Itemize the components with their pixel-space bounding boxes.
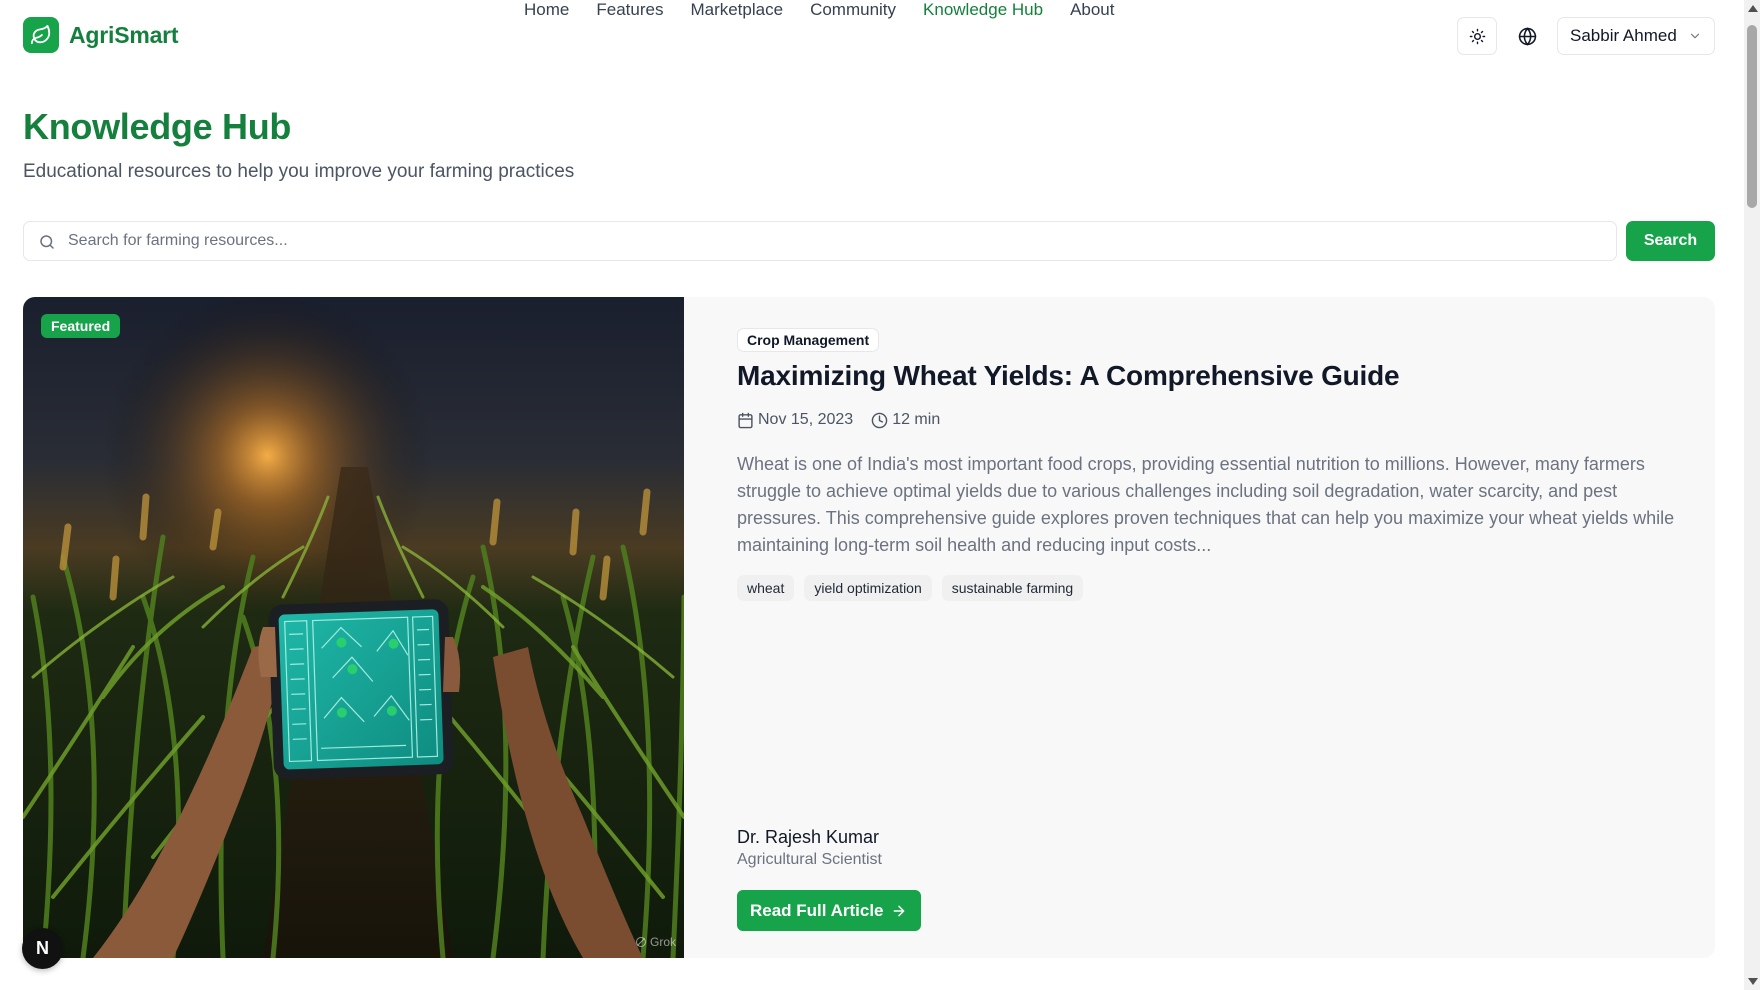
scroll-up-arrow-icon[interactable] — [1748, 5, 1758, 12]
page-subtitle: Educational resources to help you improv… — [23, 161, 575, 182]
article-excerpt: Wheat is one of India's most important f… — [737, 454, 1675, 555]
watermark-text: Grok — [649, 935, 676, 949]
article-read-time: 12 min — [871, 411, 940, 429]
leaf-icon — [23, 17, 59, 53]
top-navbar: AgriSmart Home Features Marketplace Comm… — [0, 0, 1744, 72]
nav-item-features[interactable]: Features — [596, 0, 663, 20]
tag-wheat[interactable]: wheat — [737, 575, 795, 601]
clock-icon — [871, 412, 888, 428]
page-title: Knowledge Hub — [23, 106, 292, 147]
user-menu-button[interactable]: Sabbir Ahmed — [1557, 17, 1715, 55]
article-date-text: Nov 15, 2023 — [758, 411, 854, 428]
article-tags: wheat yield optimization sustainable far… — [737, 575, 1093, 601]
scroll-down-arrow-icon[interactable] — [1748, 978, 1758, 985]
globe-icon — [1518, 26, 1536, 46]
user-name: Sabbir Ahmed — [1570, 26, 1677, 45]
search-input[interactable] — [68, 222, 1608, 260]
author-name: Dr. Rajesh Kumar — [737, 827, 880, 847]
tag-sustainable-farming[interactable]: sustainable farming — [941, 575, 1084, 601]
search-bar — [23, 221, 1617, 261]
main-nav: Home Features Marketplace Community Know… — [524, 0, 1142, 20]
chevron-down-icon — [1690, 33, 1700, 39]
featured-article-body: Crop Management Maximizing Wheat Yields:… — [737, 297, 1697, 958]
nav-item-marketplace[interactable]: Marketplace — [690, 0, 783, 20]
nav-item-about[interactable]: About — [1070, 0, 1114, 20]
arrow-right-icon — [893, 905, 905, 917]
featured-badge: Featured — [41, 314, 121, 338]
article-read-time-text: 12 min — [892, 411, 941, 428]
grok-logo-icon — [635, 937, 646, 947]
image-watermark: Grok — [635, 935, 676, 949]
search-icon — [40, 235, 54, 249]
read-full-article-button[interactable]: Read Full Article — [737, 890, 921, 931]
article-title[interactable]: Maximizing Wheat Yields: A Comprehensive… — [737, 360, 1400, 392]
tag-yield-optimization[interactable]: yield optimization — [804, 575, 932, 601]
brand-name: AgriSmart — [69, 21, 179, 48]
sun-icon — [1469, 28, 1485, 44]
nav-item-community[interactable]: Community — [810, 0, 896, 20]
scrollbar-thumb[interactable] — [1747, 25, 1757, 208]
category-badge: Crop Management — [737, 328, 880, 352]
author-role: Agricultural Scientist — [737, 851, 882, 868]
read-full-article-label: Read Full Article — [750, 900, 884, 920]
calendar-icon — [738, 412, 753, 428]
theme-toggle-button[interactable] — [1457, 17, 1497, 55]
featured-article-card: Featured Grok Crop Management Maximizing… — [23, 297, 1715, 958]
nav-item-knowledge-hub[interactable]: Knowledge Hub — [923, 0, 1043, 20]
language-button[interactable] — [1507, 17, 1547, 55]
dev-tools-badge[interactable]: N — [22, 928, 63, 969]
page-scrollbar[interactable] — [1744, 0, 1760, 990]
article-date: Nov 15, 2023 — [737, 411, 853, 429]
nav-item-home[interactable]: Home — [524, 0, 569, 20]
featured-article-image: Featured Grok — [23, 297, 684, 958]
search-button[interactable]: Search — [1626, 221, 1715, 261]
brand-logo[interactable]: AgriSmart — [23, 17, 179, 53]
article-meta: Nov 15, 2023 12 min — [737, 411, 958, 429]
